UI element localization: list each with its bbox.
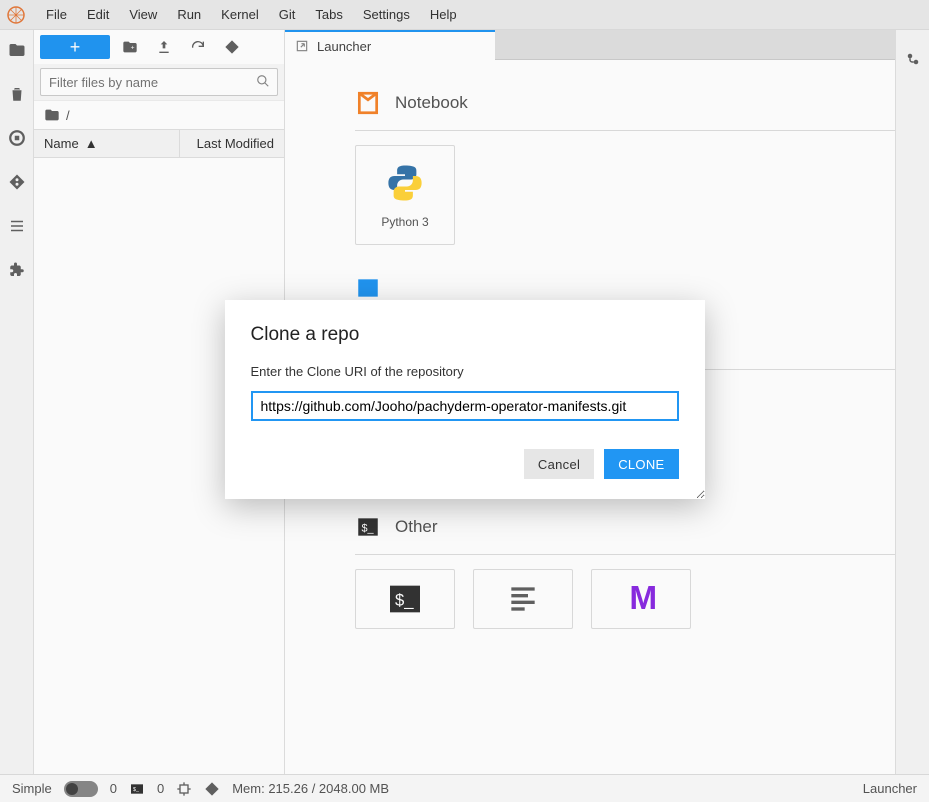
cancel-button[interactable]: Cancel: [524, 449, 594, 479]
clone-repo-dialog: Clone a repo Enter the Clone URI of the …: [225, 300, 705, 499]
clone-uri-input[interactable]: [251, 391, 679, 421]
dialog-title: Clone a repo: [251, 324, 679, 346]
clone-button[interactable]: CLONE: [604, 449, 678, 479]
dialog-label: Enter the Clone URI of the repository: [251, 364, 679, 379]
dialog-overlay: Clone a repo Enter the Clone URI of the …: [0, 0, 929, 802]
